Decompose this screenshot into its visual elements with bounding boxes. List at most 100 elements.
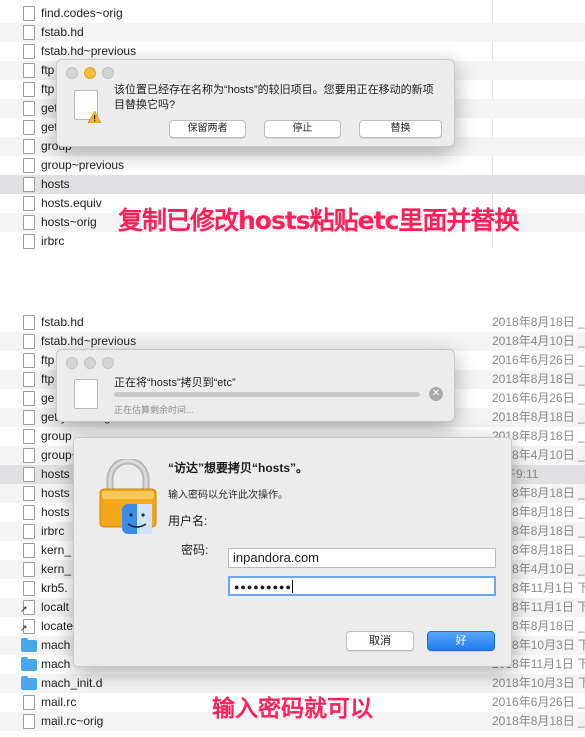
document-icon (74, 379, 98, 409)
auth-title: “访达”想要拷贝“hosts”。 (168, 461, 309, 475)
file-name: mach (41, 638, 71, 652)
file-name: localt (41, 600, 70, 614)
file-name: hosts (41, 467, 70, 481)
username-label: 用户名: (168, 514, 208, 528)
auth-subtitle: 输入密码以允许此次操作。 (168, 490, 288, 501)
file-name: ftp (41, 353, 55, 367)
file-icon (23, 391, 35, 406)
file-name: mach (41, 657, 71, 671)
file-name: ftp (41, 82, 55, 96)
file-name: mach_init.d (41, 676, 103, 690)
alias-file-icon (20, 619, 35, 638)
file-name: ge (41, 391, 55, 405)
file-icon (23, 120, 35, 135)
window-controls (66, 357, 114, 369)
file-name: ftp (41, 63, 55, 77)
window-controls (66, 67, 114, 79)
minimize-window-button[interactable] (84, 67, 96, 79)
minimize-window-button[interactable] (84, 357, 96, 369)
close-window-button[interactable] (66, 357, 78, 369)
file-name: group (41, 429, 72, 443)
file-name: hosts.equiv (41, 196, 102, 210)
file-icon (23, 158, 35, 173)
file-date: 2018年8月18日 _ (492, 315, 585, 329)
file-icon (23, 581, 35, 596)
file-name: krb5. (41, 581, 68, 595)
file-name: find.codes~orig (41, 6, 123, 20)
caption-bottom: 输入密码就可以 (212, 696, 373, 722)
zoom-window-button[interactable] (102, 67, 114, 79)
file-name: kern_ (41, 562, 72, 576)
file-name: group~previous (41, 158, 125, 172)
keep-both-button[interactable]: 保留两者 (169, 120, 246, 138)
file-name: hosts (41, 177, 70, 191)
file-date: 2018年8月18日 _ (492, 714, 585, 728)
file-name: mail.rc~orig (41, 714, 104, 728)
file-icon (23, 562, 35, 577)
finder-file-list-top: find.codes~orig fstab.hd fstab.hd~previous… (0, 0, 585, 250)
file-date: 2018年8月18日 _ (492, 410, 585, 424)
file-row[interactable]: group~previous (0, 156, 585, 175)
stop-button[interactable]: 停止 (264, 120, 341, 138)
file-icon (23, 44, 35, 59)
file-row[interactable]: hosts (0, 175, 585, 194)
file-date: 2018年4月10日 _ (492, 334, 585, 348)
caption-top: 复制已修改hosts粘贴etc里面并替换 (118, 206, 519, 235)
password-label: 密码: (181, 543, 209, 557)
file-icon (23, 353, 35, 368)
file-name: fstab.hd (41, 25, 84, 39)
file-icon (23, 486, 35, 501)
file-row[interactable]: fstab.hd (0, 23, 585, 42)
file-date: 2016年6月26日 _ (492, 353, 585, 367)
file-icon (23, 25, 35, 40)
file-icon (23, 234, 35, 249)
file-icon (23, 695, 35, 710)
file-icon (23, 505, 35, 520)
ok-button[interactable]: 好 (427, 631, 495, 651)
finder-file-list-bottom: fstab.hd 2018年8月18日 _ fstab.hd~previous 201… (0, 313, 585, 737)
file-icon (23, 543, 35, 558)
zoom-window-button[interactable] (102, 357, 114, 369)
file-name: irbrc (41, 234, 65, 248)
copy-status: 正在估算剩余时间... (114, 405, 194, 415)
file-icon (23, 63, 35, 78)
username-field[interactable]: inpandora.com (228, 548, 496, 568)
file-date: 2018年10月3日 下 (492, 676, 585, 690)
file-name: ftp (41, 372, 55, 386)
file-date: 2016年6月26日 _ (492, 695, 585, 709)
file-icon (23, 429, 35, 444)
cancel-button[interactable]: 取消 (346, 631, 414, 651)
file-icon (23, 177, 35, 192)
file-icon (23, 714, 35, 729)
text-cursor (291, 580, 293, 594)
file-icon (23, 372, 35, 387)
replace-message: 该位置已经存在名称为“hosts”的较旧项目。您要用正在移动的新项目替换它吗? (114, 84, 434, 111)
file-name: hosts (41, 505, 70, 519)
file-name: kern_ (41, 543, 72, 557)
replace-dialog: 该位置已经存在名称为“hosts”的较旧项目。您要用正在移动的新项目替换它吗? … (56, 59, 455, 147)
file-name: irbrc (41, 524, 65, 538)
file-name: hosts~orig (41, 215, 97, 229)
replace-button[interactable]: 替换 (359, 120, 442, 138)
copy-progress-dialog: 正在将“hosts”拷贝到“etc” ✕ 正在估算剩余时间... (56, 349, 455, 422)
close-window-button[interactable] (66, 67, 78, 79)
file-icon (23, 410, 35, 425)
progress-bar (114, 392, 420, 397)
file-row[interactable]: fstab.hd 2018年8月18日 _ (0, 313, 585, 332)
file-icon (23, 334, 35, 349)
file-name: fstab.hd (41, 315, 84, 329)
file-icon (23, 101, 35, 116)
cancel-copy-icon[interactable]: ✕ (429, 387, 443, 401)
finder-icon (122, 504, 152, 534)
password-field[interactable]: ●●●●●●●●● (228, 576, 496, 596)
file-icon (23, 524, 35, 539)
folder-icon (21, 676, 37, 690)
warning-icon (88, 111, 101, 123)
copy-title: 正在将“hosts”拷贝到“etc” (114, 377, 236, 389)
file-icon (23, 467, 35, 482)
file-row[interactable]: find.codes~orig (0, 4, 585, 23)
file-name: mail.rc (41, 695, 77, 709)
file-icon (23, 196, 35, 211)
file-icon (23, 82, 35, 97)
file-date: 2018年8月18日 _ (492, 372, 585, 386)
